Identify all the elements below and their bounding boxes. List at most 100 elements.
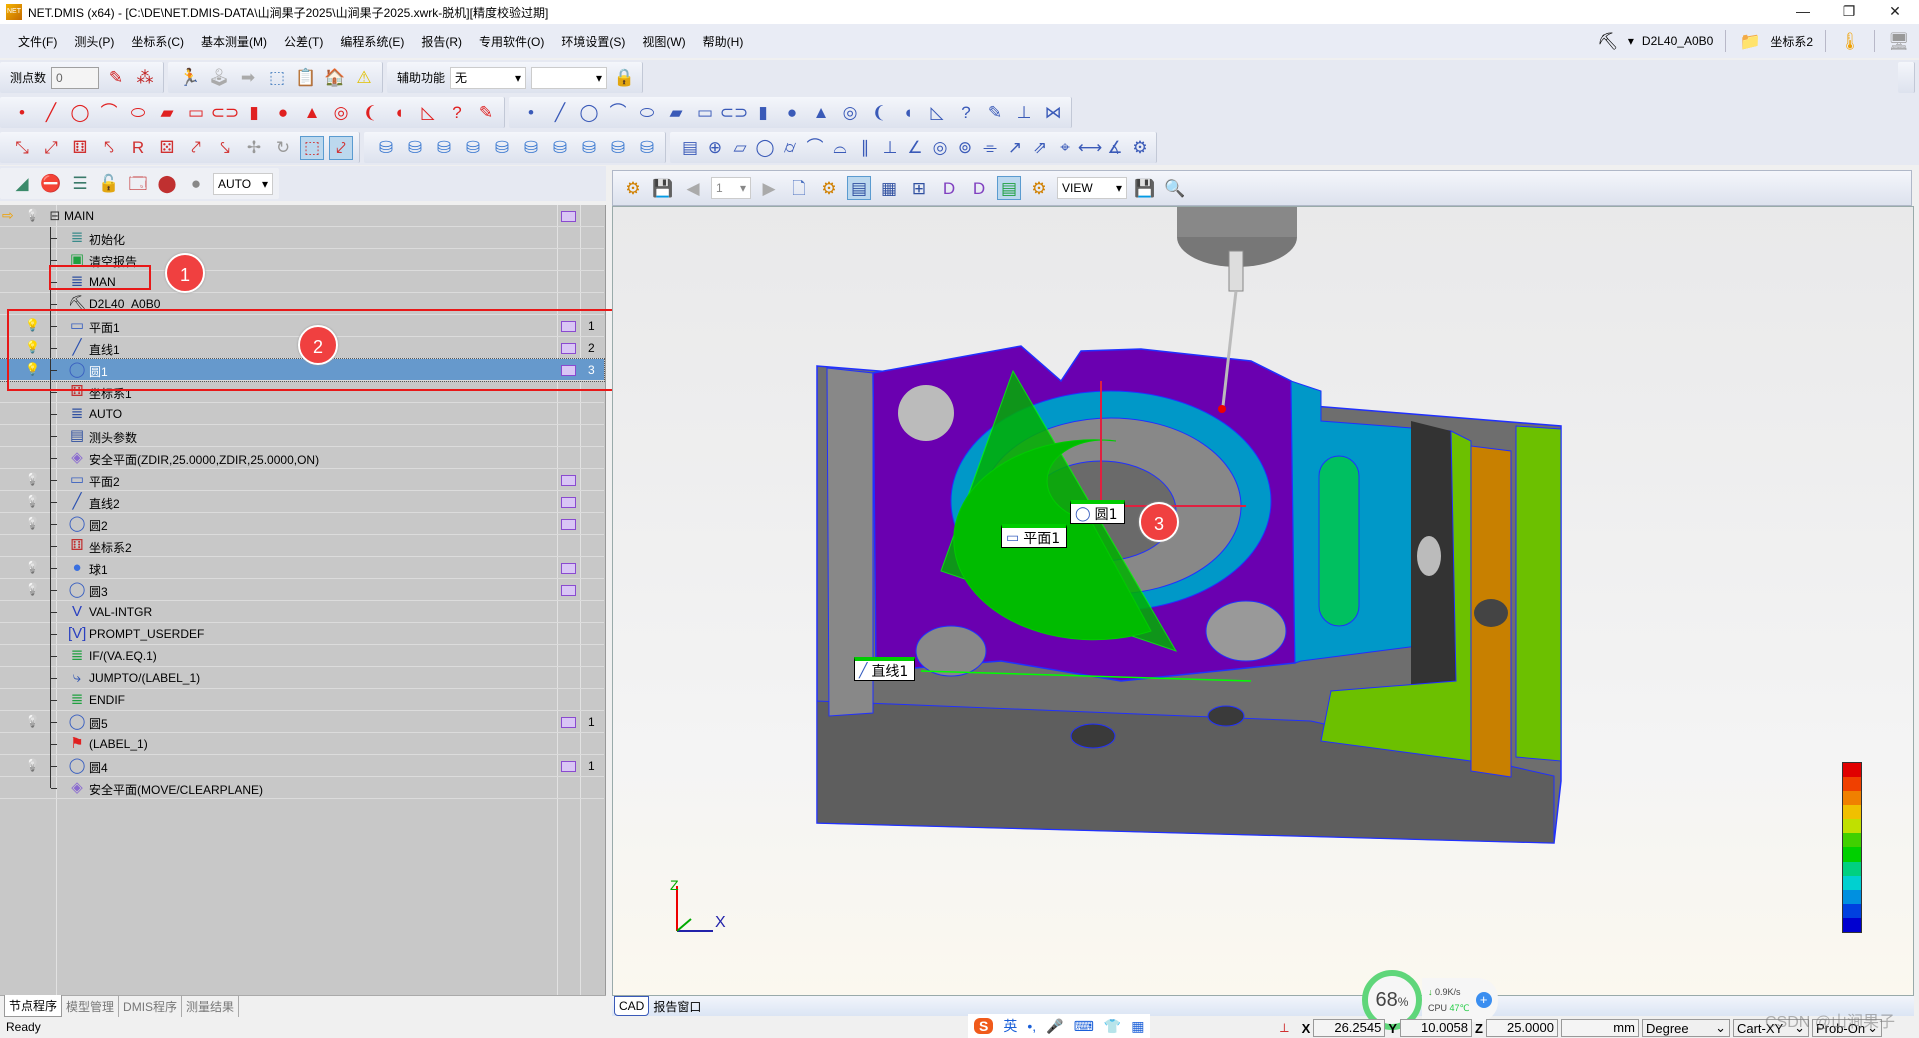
ellipse-construct-icon[interactable]: ⬭ <box>635 101 659 125</box>
position-icon[interactable]: ⊕ <box>705 136 725 160</box>
warning-icon[interactable]: ⚠ <box>352 66 376 90</box>
menu-item[interactable]: 编程系统(E) <box>340 33 404 50</box>
tree-row[interactable]: 💡 ◯ 圆5 1 <box>0 711 604 733</box>
menu-item[interactable]: 测头(P) <box>74 33 114 50</box>
feature-label-plane[interactable]: ▭ 平面1 <box>1001 524 1068 548</box>
path-measure-icon[interactable]: ✎ <box>474 101 498 125</box>
label-settings-icon[interactable]: ⚙ <box>1027 176 1051 200</box>
menu-item[interactable]: 帮助(H) <box>703 33 744 50</box>
machine-disconnected-icon[interactable]: 🖥 <box>1887 29 1911 53</box>
tree-row[interactable]: 💡 ▭ 平面2 <box>0 469 604 491</box>
bulb-off-icon[interactable]: 💡 <box>25 516 40 532</box>
xyz-move-icon[interactable]: ⬚ <box>265 66 289 90</box>
run-icon[interactable]: 🏃 <box>178 66 202 90</box>
zoom-report-icon[interactable]: 🔍 <box>1163 176 1187 200</box>
tree-row[interactable]: ≣ IF/(VA.EQ.1) <box>0 645 604 667</box>
tree-row[interactable]: 💡 ◯ 圆4 1 <box>0 755 604 777</box>
flatness-icon[interactable]: ▱ <box>730 136 750 160</box>
viewport-tab[interactable]: 报告窗口 <box>649 996 705 1017</box>
report-icon[interactable] <box>561 761 576 772</box>
bulb-off-icon[interactable]: 💡 <box>25 758 40 774</box>
concentricity-icon[interactable]: ◎ <box>930 136 950 160</box>
view-settings-icon[interactable]: ⚙ <box>621 176 645 200</box>
symmetry-icon[interactable]: ⌯ <box>980 136 1000 160</box>
transform-icon[interactable]: ⤥ <box>213 136 237 160</box>
report-icon[interactable] <box>561 717 576 728</box>
rps-icon[interactable]: R <box>126 136 150 160</box>
path-construct-icon[interactable]: ✎ <box>983 101 1007 125</box>
symmetry-construct-icon[interactable]: ⋈ <box>1041 101 1065 125</box>
scan-settings-icon[interactable]: ⛁ <box>635 136 659 160</box>
select-label-icon[interactable]: ▦ <box>877 176 901 200</box>
points-count-input[interactable] <box>51 66 100 89</box>
page-settings-icon[interactable]: ⚙ <box>817 176 841 200</box>
tree-row[interactable]: ≣ AUTO <box>0 403 604 425</box>
tree-row[interactable]: 💡 ╱ 直线2 <box>0 491 604 513</box>
angle-gauge-construct-icon[interactable]: ◺ <box>925 101 949 125</box>
probe-icon[interactable]: ⛏ <box>1596 29 1620 53</box>
perpendicularity-icon[interactable]: ⊥ <box>880 136 900 160</box>
rectangle-construct-icon[interactable]: ▭ <box>693 101 717 125</box>
new-page-icon[interactable]: 🗋 <box>787 176 811 200</box>
lock-icon[interactable]: 🔒 <box>612 66 636 90</box>
point-construct-icon[interactable]: • <box>519 101 543 125</box>
scan-perimeter-icon[interactable]: ⛁ <box>490 136 514 160</box>
curve-measure-icon[interactable]: ❨ <box>358 101 382 125</box>
surface-measure-icon[interactable]: ◖ <box>387 101 411 125</box>
unlock-icon[interactable]: 🔓 <box>97 172 121 196</box>
slot-construct-icon[interactable]: ⊂⊃ <box>720 101 749 125</box>
coaxiality-icon[interactable]: ⊚ <box>955 136 975 160</box>
collapse-icon[interactable]: ⊟ <box>46 207 64 225</box>
menu-item[interactable]: 环境设置(S) <box>561 33 625 50</box>
report-icon[interactable] <box>561 563 576 574</box>
ime-punctuation[interactable]: •, <box>1027 1018 1036 1034</box>
cad-viewport[interactable]: Z X <box>612 206 1914 996</box>
slot-measure-icon[interactable]: ⊂⊃ <box>211 101 240 125</box>
next-page-icon[interactable]: ▶ <box>757 176 781 200</box>
point-measure-icon[interactable]: • <box>10 101 34 125</box>
coordinate-view-icon[interactable]: ⬚ <box>300 135 324 160</box>
line-construct-icon[interactable]: ╱ <box>548 101 572 125</box>
scan-cylinder-icon[interactable]: ⛁ <box>403 136 427 160</box>
menu-item[interactable]: 坐标系(C) <box>131 33 184 50</box>
true-position-icon[interactable]: ⌖ <box>1055 136 1075 160</box>
plus-icon[interactable]: + <box>1475 992 1492 1008</box>
bulb-off-icon[interactable]: 💡 <box>25 472 40 488</box>
tree-row[interactable]: 💡 ● 球1 <box>0 557 604 579</box>
report-icon[interactable] <box>561 211 576 222</box>
delete-points-icon[interactable]: ⬤ <box>155 172 179 196</box>
erase-point-icon[interactable]: ✎ <box>104 66 128 90</box>
circularity-icon[interactable]: ◯ <box>755 136 775 160</box>
tree-row[interactable]: ▤ 测头参数 <box>0 425 604 447</box>
tree-row[interactable]: ⤷ JUMPTO/(LABEL_1) <box>0 667 604 689</box>
scan-curve-icon[interactable]: ⛁ <box>432 136 456 160</box>
toolbox-icon[interactable]: ▦ <box>1131 1018 1144 1035</box>
sphere-construct-icon[interactable]: ● <box>780 101 804 125</box>
probe-report-icon[interactable]: 📋 <box>294 66 318 90</box>
cylinder-measure-icon[interactable]: ▮ <box>242 101 266 125</box>
cylindricity-icon[interactable]: ⌭ <box>780 136 800 160</box>
tolerance-report-icon[interactable]: ▤ <box>680 136 700 160</box>
angle-dim-icon[interactable]: ∡ <box>1105 136 1125 160</box>
page-select[interactable]: 1 ▾ <box>711 177 751 199</box>
unknown-feature-measure-icon[interactable]: ? <box>445 101 469 125</box>
left-tab[interactable]: 节点程序 <box>4 995 63 1017</box>
report-icon[interactable] <box>561 475 576 486</box>
stop-icon[interactable]: ⛔ <box>39 172 63 196</box>
torus-measure-icon[interactable]: ◎ <box>329 101 353 125</box>
ellipse-measure-icon[interactable]: ⬭ <box>126 101 150 125</box>
menu-item[interactable]: 公差(T) <box>284 33 323 50</box>
tree-row[interactable]: ◈ 安全平面(MOVE/CLEARPLANE) <box>0 777 604 799</box>
current-probe[interactable]: D2L40_A0B0 <box>1642 34 1713 48</box>
viewport-tab[interactable]: CAD <box>614 996 650 1016</box>
tree-row[interactable]: ⚅ 坐标系2 <box>0 535 604 557</box>
tolerance-settings-icon[interactable]: ⚙ <box>1130 136 1150 160</box>
rotary-table-icon[interactable]: ✢ <box>242 136 266 160</box>
bulb-off-icon[interactable]: 💡 <box>25 208 40 224</box>
tree-row[interactable]: ≣ ENDIF <box>0 689 604 711</box>
window-point-icon[interactable]: 🗔 <box>126 172 150 196</box>
cone-construct-icon[interactable]: ▲ <box>809 101 833 125</box>
coordinate-system-icon[interactable]: 📁 <box>1738 29 1762 53</box>
rotate-icon[interactable]: ↻ <box>271 136 295 160</box>
close-button[interactable]: ✕ <box>1872 0 1918 24</box>
